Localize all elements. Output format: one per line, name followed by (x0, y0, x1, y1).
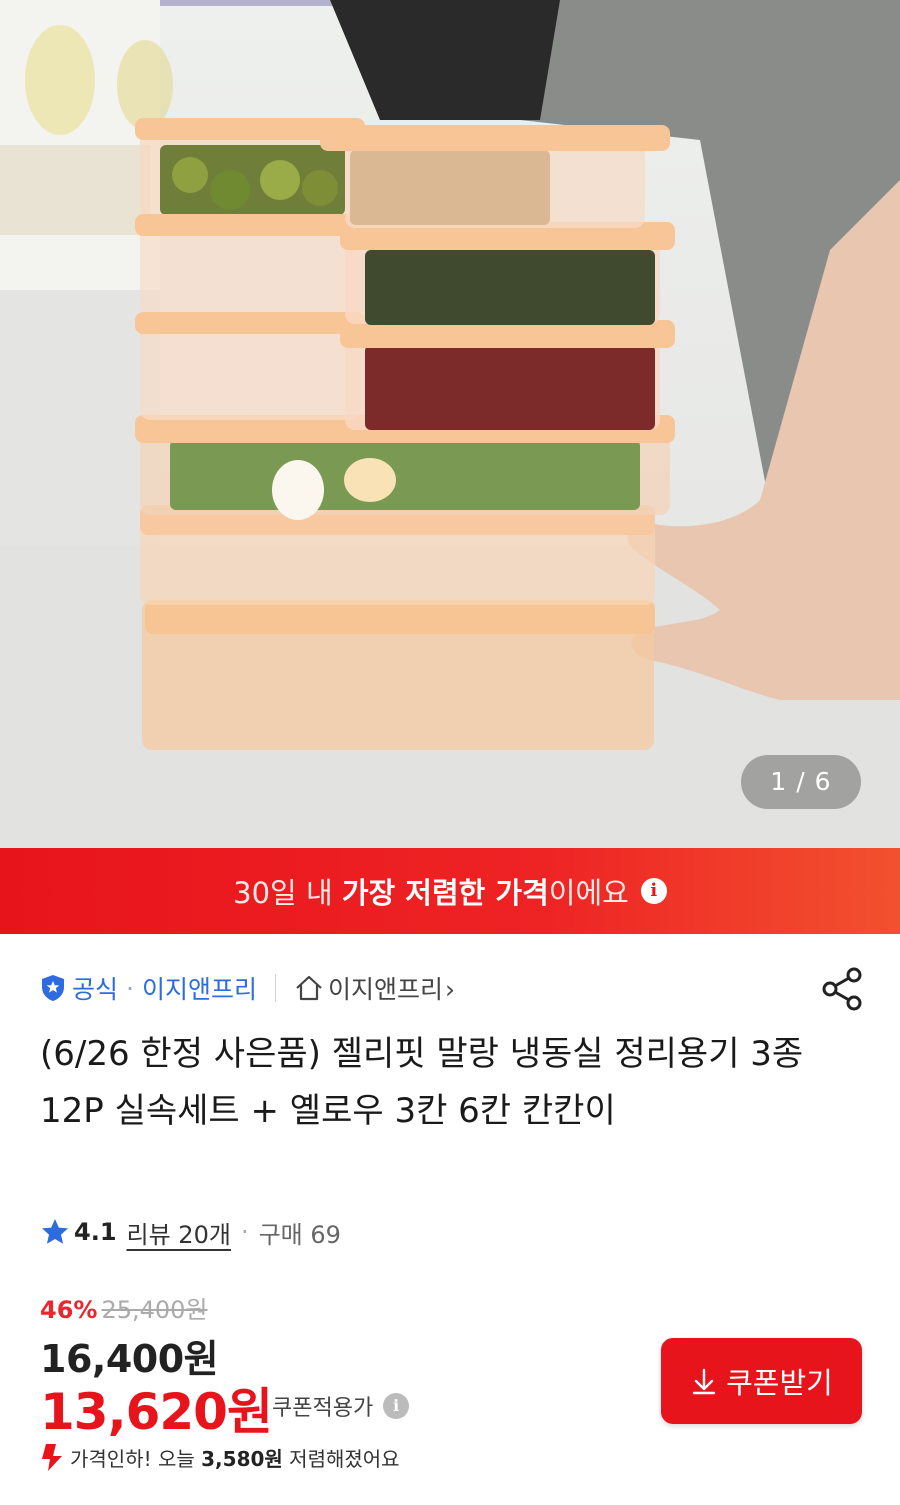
separator-dot: · (126, 973, 134, 1003)
original-price: 25,400원 (101, 1296, 208, 1324)
info-icon[interactable]: i (383, 1393, 410, 1419)
down-arrow-icon (42, 1444, 62, 1471)
banner-text-1: 30일 내 (233, 876, 342, 910)
separator-dot: · (240, 1218, 249, 1246)
coupon-button-label: 쿠폰받기 (726, 1366, 833, 1400)
review-count-link[interactable]: 리뷰 20개 (127, 1215, 231, 1250)
official-badge-icon (42, 975, 64, 1001)
shop-link-label: 이지앤프리 (327, 975, 443, 1004)
product-photo (0, 0, 900, 848)
star-icon (42, 1219, 68, 1244)
drop-amount: 3,580원 (201, 1446, 283, 1471)
share-icon[interactable] (820, 966, 864, 1012)
store-name-link[interactable]: 이지앤프리 (142, 970, 257, 1006)
divider (274, 974, 276, 1002)
image-counter: 1 / 6 (741, 755, 861, 809)
banner-text-2: 이에요 (548, 876, 629, 910)
product-image-gallery[interactable]: 1 / 6 (0, 0, 900, 848)
home-icon (296, 975, 322, 1001)
lowest-price-banner[interactable]: 30일 내 가장 저렴한 가격 이에요 i (0, 848, 900, 934)
rating-row: 4.1 리뷰 20개 · 구매 69 (40, 1212, 341, 1252)
drop-suffix: 저렴해졌어요 (282, 1446, 400, 1471)
shop-link[interactable]: 이지앤프리› (328, 970, 455, 1006)
price-drop-notice: 가격인하! 오늘 3,580원 저렴해졌어요 (40, 1440, 400, 1474)
drop-prefix: 가격인하! 오늘 (70, 1446, 202, 1471)
rating-score: 4.1 (74, 1218, 117, 1246)
purchase-count: 구매 69 (258, 1220, 341, 1249)
seller-row: 공식 · 이지앤프리 이지앤프리› (40, 966, 455, 1010)
get-coupon-button[interactable]: 쿠폰받기 (661, 1338, 862, 1424)
discount-percent: 46% (40, 1296, 98, 1324)
chevron-right-icon: › (445, 975, 455, 1004)
info-icon[interactable]: i (640, 878, 667, 904)
coupon-price: 13,620원 (40, 1383, 273, 1441)
discount-row: 46% 25,400원 (40, 1290, 208, 1325)
coupon-applied-note: 쿠폰적용가 i (272, 1390, 410, 1422)
banner-text-bold: 가장 저렴한 가격 (341, 876, 549, 910)
product-title: (6/26 한정 사은품) 젤리핏 말랑 냉동실 정리용기 3종 12P 실속세… (40, 1034, 804, 1131)
coupon-applied-label: 쿠폰적용가 (272, 1396, 374, 1421)
official-label: 공식 (72, 975, 119, 1004)
download-icon (692, 1368, 716, 1395)
